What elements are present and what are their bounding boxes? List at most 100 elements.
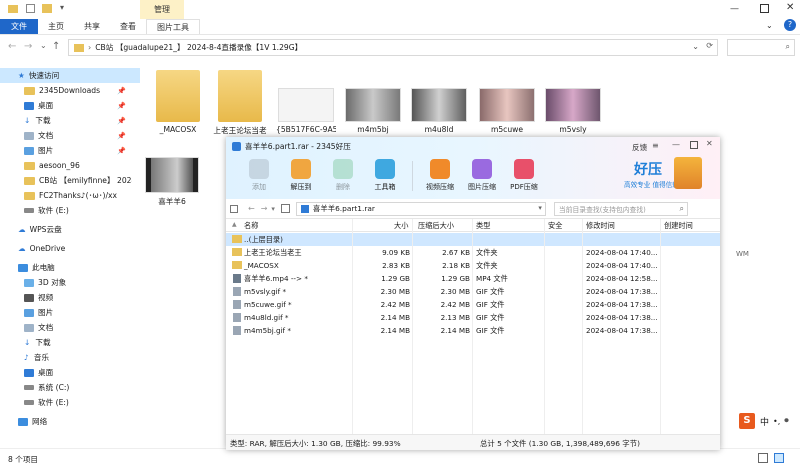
col-mtime[interactable]: 修改时间 (586, 221, 615, 231)
up-icon[interactable]: ↑ (52, 41, 60, 52)
nav-item-downloads-2[interactable]: ↓ 下载 (0, 335, 140, 350)
back-icon[interactable]: ← (248, 204, 255, 213)
refresh-icon[interactable]: ⟳ (706, 41, 713, 50)
nav-onedrive[interactable]: ☁ OneDrive (0, 241, 140, 256)
col-type[interactable]: 类型 (476, 221, 490, 231)
nav-item-software-e[interactable]: 软件 (E:) (0, 203, 140, 218)
nav-item-software-e-2[interactable]: 软件 (E:) (0, 395, 140, 410)
large-icons-view-icon[interactable] (774, 453, 784, 463)
file-item[interactable]: _MACOSX (150, 70, 206, 134)
file-item[interactable]: m5vsly (544, 88, 602, 134)
nav-item-desktop[interactable]: 桌面 📌 (0, 98, 140, 113)
tab-home[interactable]: 主页 (38, 19, 74, 34)
nav-item-downloads[interactable]: ↓ 下载 📌 (0, 113, 140, 128)
table-row[interactable]: m4u8ld.gif * 2.14 MB 2.13 MB GIF 文件 2024… (226, 311, 720, 324)
nav-item-videos[interactable]: 视频 (0, 290, 140, 305)
forward-icon[interactable]: → (261, 204, 268, 213)
delete-button[interactable]: 删除 (324, 159, 362, 192)
cell-name: 喜羊羊6.mp4 --> * (244, 274, 308, 283)
context-tab-manage[interactable]: 管理 (140, 0, 184, 19)
cell-name: ..(上层目录) (244, 235, 283, 244)
address-dropdown-icon[interactable]: ⌄ (692, 42, 699, 51)
file-item[interactable]: 上老王论坛当老 (212, 70, 268, 136)
file-item[interactable]: m4m5bj (344, 88, 402, 134)
close-icon[interactable]: ✕ (786, 2, 794, 13)
nav-item-fc2[interactable]: FC2Thanks♪(･ω･)/xx (0, 188, 140, 203)
search-input[interactable]: ⌕ (727, 39, 795, 56)
ribbon-expand-icon[interactable]: ⌄ (766, 21, 773, 30)
details-view-icon[interactable] (758, 453, 768, 463)
tab-view[interactable]: 查看 (110, 19, 146, 34)
toolbox-button[interactable]: 工具箱 (366, 159, 404, 192)
add-button[interactable]: 添加 (240, 159, 278, 192)
nav-item-aesoon[interactable]: aesoon_96 (0, 158, 140, 173)
tab-picture-tools[interactable]: 图片工具 (146, 19, 200, 34)
maximize-icon[interactable] (690, 141, 698, 149)
image-compress-button[interactable]: 图片压缩 (463, 159, 501, 192)
table-row[interactable]: m4m5bj.gif * 2.14 MB 2.14 MB GIF 文件 2024… (226, 324, 720, 337)
path-box[interactable]: 喜羊羊6.part1.rar ▾ (295, 201, 546, 216)
address-bar[interactable]: › CB站 【guadalupe21_】 2024-8-4直播录像【1V 1.2… (68, 39, 718, 56)
address-path[interactable]: CB站 【guadalupe21_】 2024-8-4直播录像【1V 1.29G… (95, 42, 302, 53)
video-compress-button[interactable]: 视频压缩 (421, 159, 459, 192)
ime-logo-icon[interactable]: S (739, 413, 755, 429)
file-item[interactable]: m5cuwe (478, 88, 536, 134)
col-ctime[interactable]: 创建时间 (664, 221, 693, 231)
back-icon[interactable]: ← (8, 41, 16, 52)
nav-item-2345downloads[interactable]: 2345Downloads 📌 (0, 83, 140, 98)
nav-quick-access[interactable]: ★ 快速访问 (0, 68, 140, 83)
folder-icon (8, 5, 18, 13)
nav-network[interactable]: 网络 (0, 414, 140, 429)
col-packed[interactable]: 压缩后大小 (418, 221, 454, 231)
recent-dropdown-icon[interactable]: ⌄ (40, 41, 47, 50)
properties-icon[interactable] (26, 4, 35, 13)
col-size[interactable]: 大小 (394, 221, 408, 231)
ime-language[interactable]: 中 (760, 415, 769, 428)
close-icon[interactable]: ✕ (706, 139, 713, 148)
rar-search-input[interactable]: 当前目录查找(支持包内查找) ⌕ (553, 201, 688, 216)
nav-item-system-c[interactable]: 系统 (C:) (0, 380, 140, 395)
table-row[interactable]: m5vsly.gif * 2.30 MB 2.30 MB GIF 文件 2024… (226, 285, 720, 298)
col-security[interactable]: 安全 (548, 221, 562, 231)
file-item[interactable]: {5B517F6C-9A5 (276, 88, 336, 134)
path-dropdown-icon[interactable]: ▾ (538, 204, 542, 212)
maximize-icon[interactable] (760, 4, 769, 13)
quick-access-dropdown-icon[interactable]: ▾ (60, 3, 64, 12)
forward-icon[interactable]: → (24, 41, 32, 52)
extract-to-button[interactable]: 解压到 (282, 159, 320, 192)
table-row[interactable]: m5cuwe.gif * 2.42 MB 2.42 MB GIF 文件 2024… (226, 298, 720, 311)
up-folder-icon[interactable] (280, 204, 290, 213)
table-row[interactable]: _MACOSX 2.83 KB 2.18 KB 文件夹 2024-08-04 1… (226, 259, 720, 272)
minimize-icon[interactable]: — (730, 4, 739, 14)
pdf-compress-button[interactable]: PDF压缩 (505, 159, 543, 192)
tab-file[interactable]: 文件 (0, 19, 38, 34)
new-folder-icon[interactable] (42, 4, 52, 13)
microphone-icon[interactable]: ⏺ (784, 416, 789, 426)
tab-share[interactable]: 共享 (74, 19, 110, 34)
nav-wps[interactable]: ☁ WPS云盘 (0, 222, 140, 237)
image-file-icon (233, 326, 241, 335)
list-view-icon[interactable] (230, 204, 238, 213)
nav-item-pictures-2[interactable]: 图片 (0, 305, 140, 320)
file-item[interactable]: 喜羊羊6 (144, 157, 200, 207)
feedback-link[interactable]: 反馈 (632, 142, 647, 153)
nav-item-cb-folder[interactable]: CB站 【emilyfinne】 2024-8 (0, 173, 132, 188)
help-icon[interactable]: ? (784, 19, 796, 31)
nav-item-desktop-2[interactable]: 桌面 (0, 365, 140, 380)
nav-item-documents-2[interactable]: 文档 (0, 320, 140, 335)
image-file-icon (233, 313, 241, 322)
file-item[interactable]: m4u8ld (410, 88, 468, 134)
table-row[interactable]: 上老王论坛当老王 9.09 KB 2.67 KB 文件夹 2024-08-04 … (226, 246, 720, 259)
minimize-icon[interactable]: — (672, 140, 680, 149)
table-row[interactable]: ..(上层目录) (226, 233, 720, 246)
dropdown-icon[interactable]: ▾ (271, 205, 275, 213)
menu-icon[interactable]: ≡ (652, 141, 659, 150)
table-row[interactable]: 喜羊羊6.mp4 --> * 1.29 GB 1.29 GB MP4 文件 20… (226, 272, 720, 285)
nav-item-3d-objects[interactable]: 3D 对象 (0, 275, 140, 290)
nav-item-documents[interactable]: 文档 📌 (0, 128, 140, 143)
nav-this-pc[interactable]: 此电脑 (0, 260, 140, 275)
nav-item-music[interactable]: ♪ 音乐 (0, 350, 140, 365)
ime-punctuation[interactable]: •, (773, 417, 780, 426)
col-name[interactable]: 名称 (244, 221, 258, 231)
nav-item-pictures[interactable]: 图片 📌 (0, 143, 140, 158)
